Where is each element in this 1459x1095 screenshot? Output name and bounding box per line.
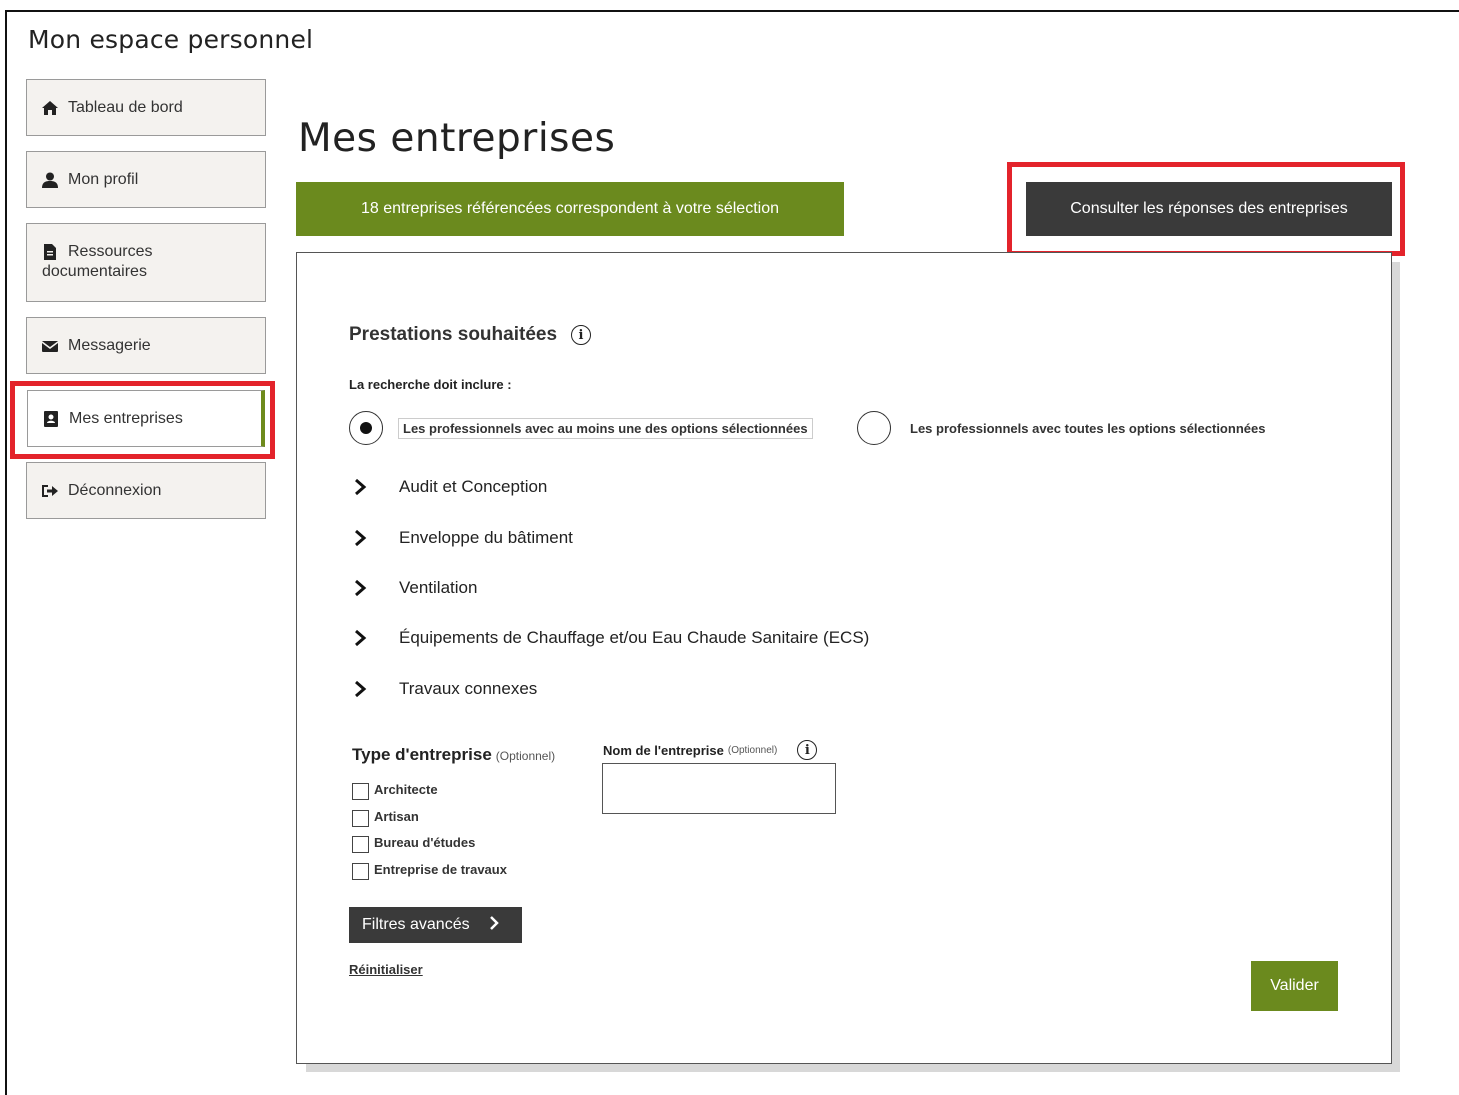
sidebar-item-companies[interactable]: Mes entreprises [27, 390, 265, 447]
sidebar-item-profile[interactable]: Mon profil [26, 151, 266, 208]
category-label: Travaux connexes [399, 679, 538, 698]
user-icon [42, 172, 58, 188]
radio-any-option[interactable] [349, 411, 383, 445]
sidebar-item-resources[interactable]: Ressources documentaires [26, 223, 266, 302]
chevron-right-icon [349, 627, 371, 649]
category-heating[interactable]: Équipements de Chauffage et/ou Eau Chaud… [349, 627, 869, 649]
company-name-input[interactable] [602, 763, 836, 814]
category-audit[interactable]: Audit et Conception [349, 476, 547, 498]
sidebar-item-label: Mes entreprises [69, 409, 183, 427]
info-icon[interactable]: i [797, 740, 818, 760]
sidebar-item-label: Ressources [68, 243, 153, 260]
result-count-banner: 18 entreprises référencées correspondent… [296, 182, 844, 236]
checkbox-row-architect[interactable]: Architecte [352, 778, 438, 800]
chevron-right-icon [349, 527, 371, 549]
sidebar-item-logout[interactable]: Déconnexion [26, 462, 266, 519]
advanced-filters-button[interactable]: Filtres avancés [349, 907, 522, 943]
chevron-right-icon [349, 476, 371, 498]
checkbox[interactable] [352, 863, 369, 880]
sidebar-item-label-line2: documentaires [42, 263, 147, 280]
home-icon [42, 100, 58, 116]
checkbox[interactable] [352, 810, 369, 827]
checkbox-row-artisan[interactable]: Artisan [352, 805, 419, 827]
radio-any-option-label: Les professionnels avec au moins une des… [398, 418, 813, 439]
document-icon [42, 244, 58, 260]
checkbox-row-design-office[interactable]: Bureau d'études [352, 831, 475, 853]
category-related-works[interactable]: Travaux connexes [349, 678, 537, 700]
category-label: Équipements de Chauffage et/ou Eau Chaud… [399, 628, 870, 647]
checkbox-row-contractor[interactable]: Entreprise de travaux [352, 858, 507, 880]
envelope-icon [42, 338, 58, 354]
sign-out-icon [42, 483, 58, 499]
sidebar-item-messages[interactable]: Messagerie [26, 317, 266, 374]
address-book-icon [43, 410, 59, 427]
sidebar-item-label: Messagerie [68, 336, 151, 354]
sidebar-item-label: Mon profil [68, 170, 139, 188]
submit-button[interactable]: Valider [1251, 961, 1338, 1011]
category-label: Enveloppe du bâtiment [399, 528, 573, 547]
chevron-right-icon [470, 915, 500, 936]
services-title: Prestations souhaitées i [349, 324, 592, 346]
info-icon[interactable]: i [571, 325, 592, 345]
category-ventilation[interactable]: Ventilation [349, 577, 477, 599]
category-label: Ventilation [399, 578, 478, 597]
company-type-title: Type d'entreprise (Optionnel) [352, 745, 556, 764]
consult-responses-button[interactable]: Consulter les réponses des entreprises [1026, 182, 1392, 236]
chevron-right-icon [349, 577, 371, 599]
radio-all-options-label: Les professionnels avec toutes les optio… [910, 421, 1266, 436]
category-envelope[interactable]: Enveloppe du bâtiment [349, 527, 573, 549]
checkbox[interactable] [352, 783, 369, 800]
radio-all-options[interactable] [857, 411, 891, 445]
page-title: Mes entreprises [298, 116, 616, 161]
sidebar-item-dashboard[interactable]: Tableau de bord [26, 79, 266, 136]
app-title: Mon espace personnel [28, 25, 314, 54]
checkbox[interactable] [352, 836, 369, 853]
chevron-right-icon [349, 678, 371, 700]
company-name-label: Nom de l'entreprise (Optionnel) i [603, 740, 818, 760]
sidebar-item-label: Tableau de bord [68, 98, 183, 116]
category-label: Audit et Conception [399, 477, 548, 496]
search-include-label: La recherche doit inclure : [349, 377, 512, 392]
reset-link[interactable]: Réinitialiser [349, 962, 423, 977]
sidebar-item-label: Déconnexion [68, 481, 162, 499]
